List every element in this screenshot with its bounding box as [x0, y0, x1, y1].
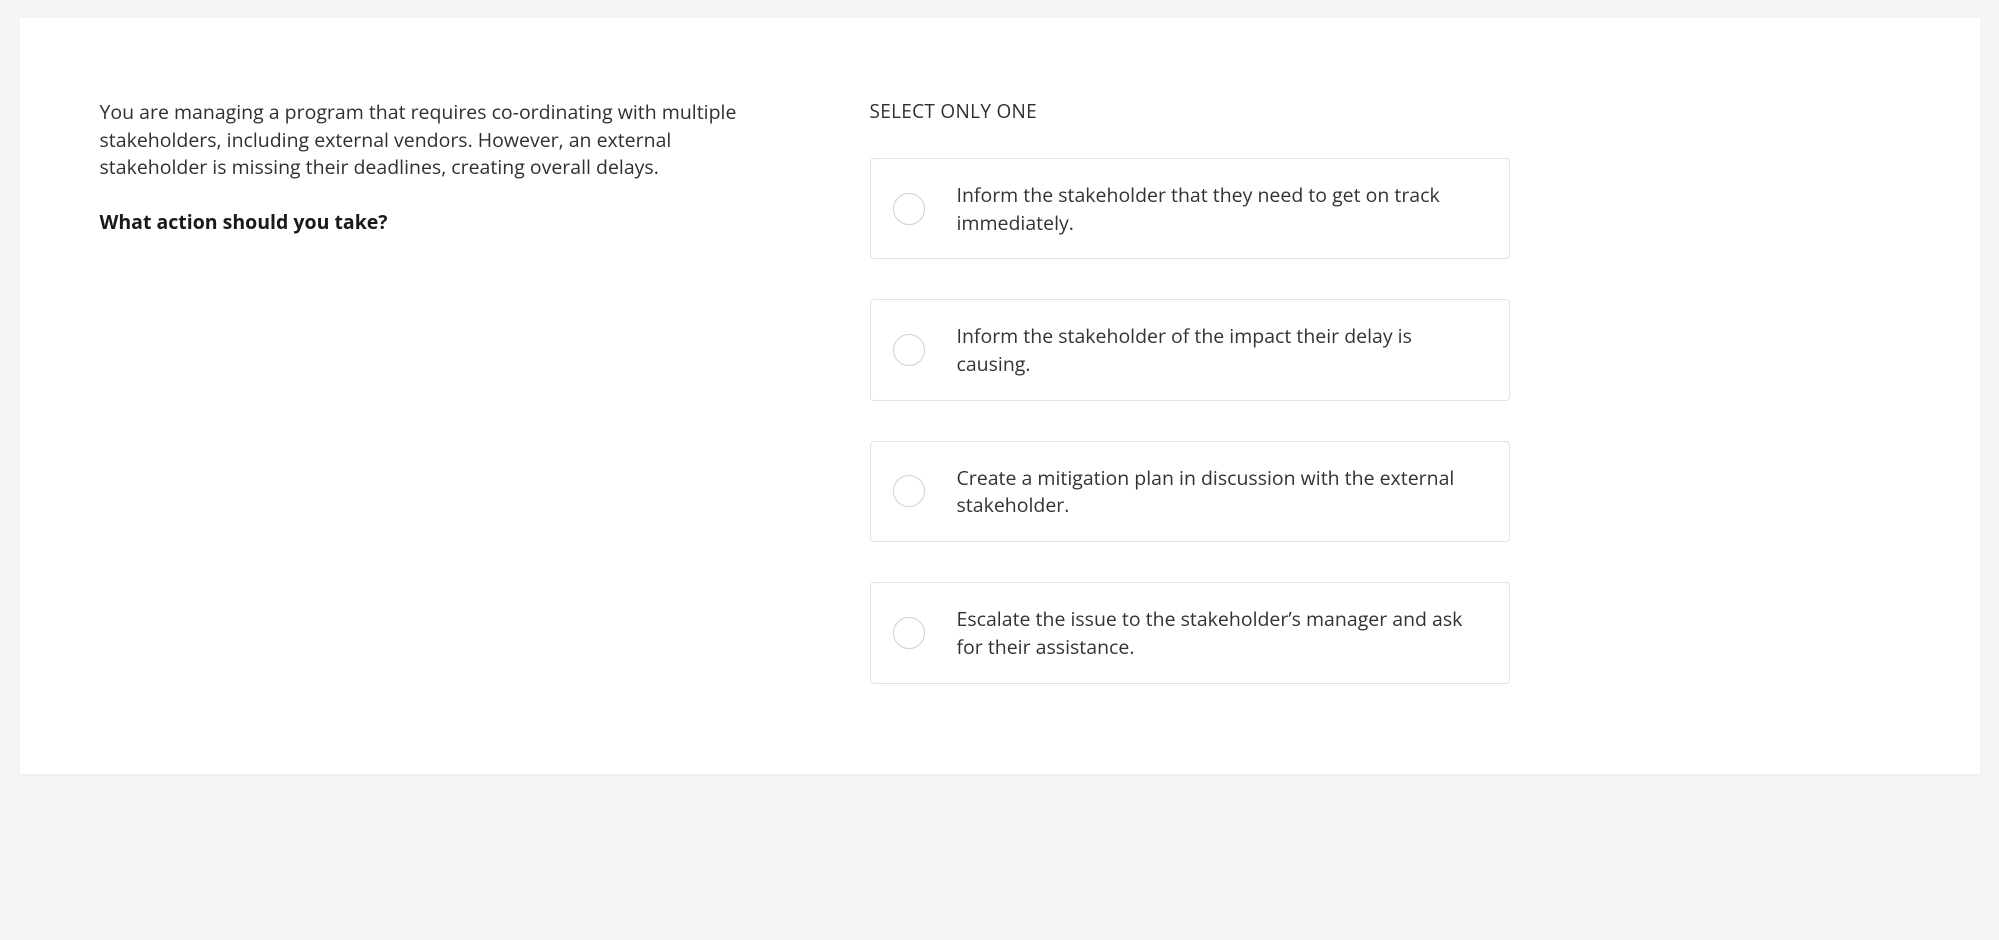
- answer-option-3[interactable]: Create a mitigation plan in discussion w…: [870, 441, 1510, 542]
- answers-column: SELECT ONLY ONE Inform the stakeholder t…: [870, 98, 1510, 684]
- question-scenario-text: You are managing a program that requires…: [100, 98, 740, 181]
- answer-option-label: Inform the stakeholder that they need to…: [957, 181, 1485, 236]
- answer-option-4[interactable]: Escalate the issue to the stakeholder’s …: [870, 582, 1510, 683]
- selection-instruction: SELECT ONLY ONE: [870, 98, 1510, 124]
- radio-icon: [893, 617, 925, 649]
- answer-option-2[interactable]: Inform the stakeholder of the impact the…: [870, 299, 1510, 400]
- question-prompt-text: What action should you take?: [100, 208, 740, 235]
- answer-option-1[interactable]: Inform the stakeholder that they need to…: [870, 158, 1510, 259]
- radio-icon: [893, 193, 925, 225]
- question-card: You are managing a program that requires…: [20, 18, 1980, 774]
- question-column: You are managing a program that requires…: [100, 98, 740, 684]
- answer-option-label: Create a mitigation plan in discussion w…: [957, 464, 1485, 519]
- radio-icon: [893, 334, 925, 366]
- answer-option-label: Escalate the issue to the stakeholder’s …: [957, 605, 1485, 660]
- answer-option-label: Inform the stakeholder of the impact the…: [957, 322, 1485, 377]
- radio-icon: [893, 475, 925, 507]
